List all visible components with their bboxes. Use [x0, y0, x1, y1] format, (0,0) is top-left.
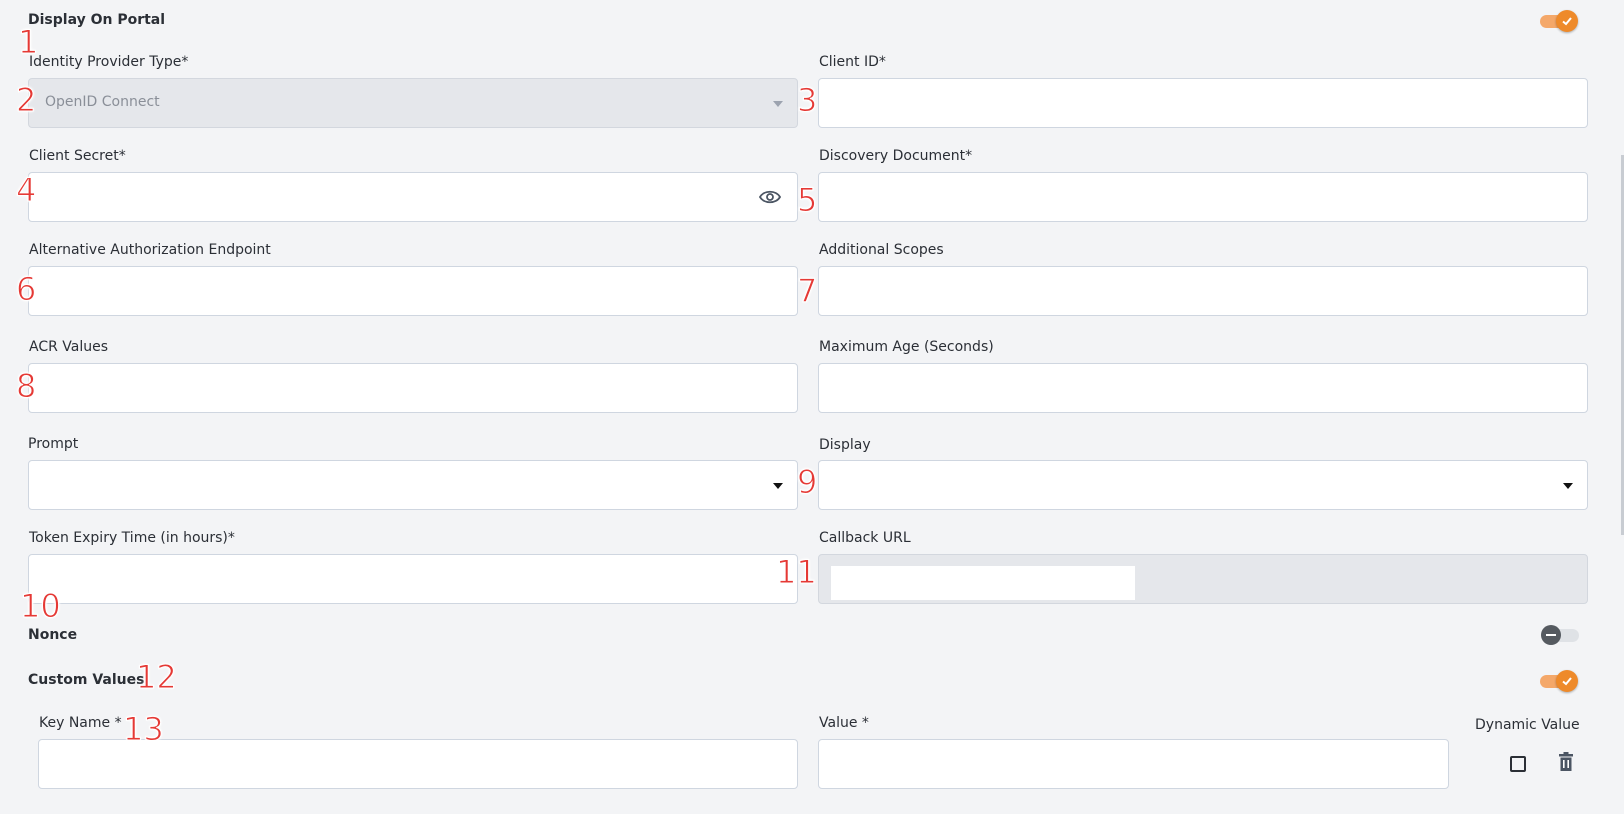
dynamic-value-label: Dynamic Value: [1475, 717, 1580, 733]
key-name-label: Key Name *: [39, 715, 122, 731]
annotation-marker: 12: [136, 658, 178, 696]
display-label: Display: [819, 437, 871, 453]
additional-scopes-input[interactable]: [818, 266, 1588, 316]
annotation-marker: 2: [15, 81, 37, 119]
max-age-input[interactable]: [818, 363, 1588, 413]
nonce-toggle[interactable]: [1541, 624, 1579, 646]
discovery-document-input[interactable]: [818, 172, 1588, 222]
annotation-marker: 5: [796, 181, 818, 219]
display-select[interactable]: [818, 460, 1588, 510]
max-age-label: Maximum Age (Seconds): [819, 339, 994, 355]
minus-icon: [1541, 625, 1561, 645]
display-on-portal-toggle[interactable]: [1540, 10, 1578, 32]
client-secret-input[interactable]: [28, 172, 798, 222]
identity-provider-type-label: Identity Provider Type*: [29, 54, 189, 70]
custom-values-toggle[interactable]: [1540, 670, 1578, 692]
display-on-portal-label: Display On Portal: [28, 12, 166, 28]
annotation-marker: 4: [15, 171, 37, 209]
chevron-down-icon: [773, 101, 783, 107]
chevron-down-icon: [773, 483, 783, 489]
acr-values-label: ACR Values: [29, 339, 109, 355]
dynamic-value-checkbox[interactable]: [1510, 756, 1526, 772]
annotation-marker: 11: [776, 553, 818, 591]
annotation-marker: 8: [15, 367, 37, 405]
custom-values-label: Custom Values: [28, 672, 145, 688]
client-id-label: Client ID*: [819, 54, 886, 70]
annotation-marker: 1: [17, 23, 39, 61]
client-id-input[interactable]: [818, 78, 1588, 128]
annotation-marker: 9: [796, 463, 818, 501]
acr-values-input[interactable]: [28, 363, 798, 413]
annotation-marker: 13: [123, 710, 165, 748]
identity-provider-type-value: OpenID Connect: [45, 94, 160, 110]
callback-url-field[interactable]: [818, 554, 1588, 604]
annotation-marker: 10: [20, 587, 62, 625]
value-label: Value *: [819, 715, 869, 731]
annotation-marker: 7: [796, 272, 818, 310]
discovery-document-label: Discovery Document*: [819, 148, 973, 164]
trash-icon[interactable]: [1558, 752, 1574, 776]
identity-provider-type-select[interactable]: OpenID Connect: [28, 78, 798, 128]
client-secret-label: Client Secret*: [29, 148, 126, 164]
nonce-label: Nonce: [28, 627, 78, 643]
prompt-label: Prompt: [28, 436, 79, 452]
prompt-select[interactable]: [28, 460, 798, 510]
callback-url-label: Callback URL: [819, 530, 911, 546]
chevron-down-icon: [1563, 483, 1573, 489]
alt-auth-endpoint-label: Alternative Authorization Endpoint: [29, 242, 271, 258]
eye-icon[interactable]: [758, 189, 782, 209]
value-input[interactable]: [818, 739, 1449, 789]
token-expiry-label: Token Expiry Time (in hours)*: [29, 530, 235, 546]
token-expiry-input[interactable]: [28, 554, 798, 604]
check-icon: [1556, 670, 1578, 692]
check-icon: [1556, 10, 1578, 32]
callback-url-value-box: [831, 566, 1135, 600]
alt-auth-endpoint-input[interactable]: [28, 266, 798, 316]
additional-scopes-label: Additional Scopes: [819, 242, 944, 258]
annotation-marker: 3: [796, 81, 818, 119]
annotation-marker: 6: [15, 270, 37, 308]
